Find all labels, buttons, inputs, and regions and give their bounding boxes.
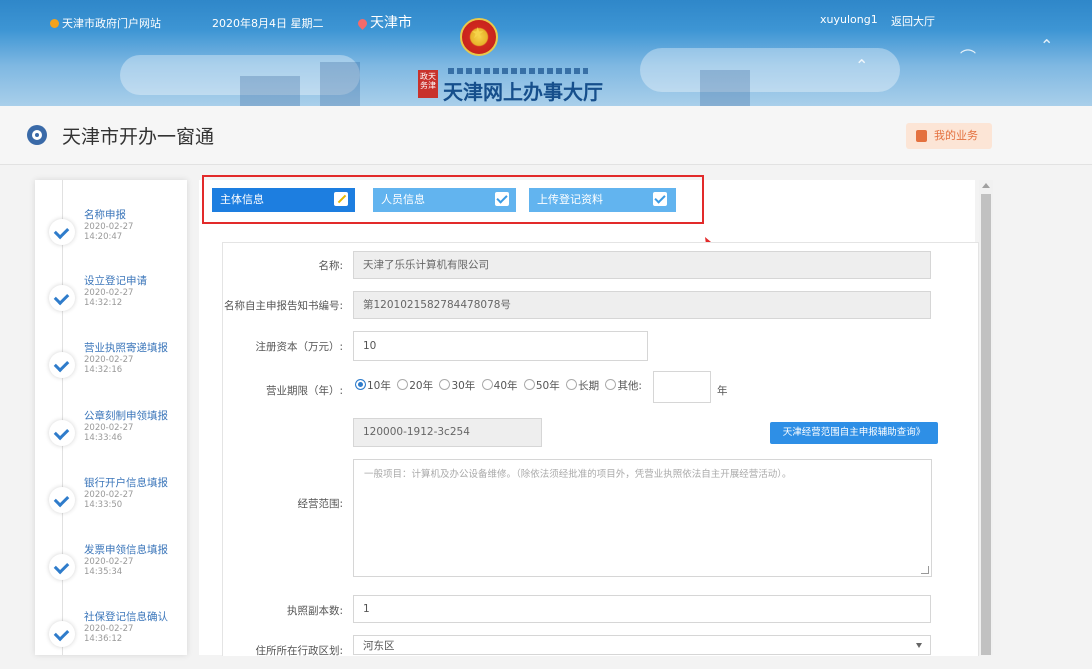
company-name-field: 天津了乐乐计算机有限公司 bbox=[353, 251, 931, 279]
radio-icon bbox=[605, 379, 617, 390]
portal-link-text: 天津市政府门户网站 bbox=[62, 17, 161, 30]
check-icon bbox=[49, 219, 75, 245]
step-label: 银行开户信息填报 bbox=[84, 477, 168, 489]
bird-icon: ⌃ bbox=[855, 56, 869, 75]
site-logo: 政天 务津 bbox=[418, 70, 438, 98]
resize-grip-icon[interactable] bbox=[921, 566, 929, 574]
license-copies-label: 执照副本数: bbox=[286, 605, 343, 617]
username[interactable]: xuyulong1 bbox=[820, 13, 878, 26]
term-option-40[interactable]: 40年 bbox=[481, 379, 518, 392]
term-option-30[interactable]: 30年 bbox=[439, 379, 475, 392]
portal-icon bbox=[50, 19, 59, 28]
check-icon bbox=[49, 621, 75, 647]
page-title: 天津市开办一窗通 bbox=[62, 126, 215, 148]
step-item[interactable]: 公章刻制申领填报 2020-02-27 14:33:46 bbox=[35, 408, 187, 468]
highlight-annotation-box bbox=[202, 175, 704, 224]
business-scope-text: 一般项目：计算机及办公设备维修。（除依法须经批准的项目外，凭营业执照依法自主开展… bbox=[364, 469, 792, 480]
name-label: 名称: bbox=[318, 260, 343, 272]
location-pin-icon bbox=[356, 17, 369, 30]
radio-selected-icon bbox=[355, 379, 366, 390]
step-item[interactable]: 发票申领信息填报 2020-02-27 14:35:34 bbox=[35, 542, 187, 602]
step-label: 设立登记申请 bbox=[84, 275, 147, 287]
district-select[interactable]: 河东区 bbox=[353, 635, 931, 655]
scrollbar[interactable] bbox=[979, 180, 993, 655]
step-item[interactable]: 营业执照寄递填报 2020-02-27 14:32:16 bbox=[35, 340, 187, 400]
step-item[interactable]: 银行开户信息填报 2020-02-27 14:33:50 bbox=[35, 475, 187, 535]
document-icon bbox=[916, 130, 927, 142]
step-label: 社保登记信息确认 bbox=[84, 611, 168, 623]
step-timestamp: 2020-02-27 14:35:34 bbox=[84, 557, 134, 577]
top-bar: 天津市政府门户网站 2020年8月4日 星期二 天津市 xuyulong1 返回… bbox=[0, 0, 1092, 42]
city-name: 天津市 bbox=[370, 15, 412, 31]
step-timestamp: 2020-02-27 14:33:50 bbox=[84, 490, 134, 510]
scroll-up-arrow-icon[interactable] bbox=[982, 183, 990, 188]
service-icon bbox=[27, 125, 47, 145]
step-timestamp: 2020-02-27 14:32:12 bbox=[84, 288, 134, 308]
term-option-50[interactable]: 50年 bbox=[523, 379, 560, 392]
step-timestamp: 2020-02-27 14:32:16 bbox=[84, 355, 134, 375]
back-to-hall-link[interactable]: 返回大厅 bbox=[891, 13, 935, 29]
site-banner: ⌒ ⌃ ⌃ 天津市政府门户网站 2020年8月4日 星期二 天津市 xuyulo… bbox=[0, 0, 1092, 106]
business-scope-textarea[interactable]: 一般项目：计算机及办公设备维修。（除依法须经批准的项目外，凭营业执照依法自主开展… bbox=[353, 459, 932, 577]
step-label: 名称申报 bbox=[84, 209, 126, 221]
term-option-20[interactable]: 20年 bbox=[397, 379, 433, 392]
site-name: 天津网上办事大厅 bbox=[443, 80, 603, 104]
check-icon bbox=[49, 554, 75, 580]
step-timestamp: 2020-02-27 14:33:46 bbox=[84, 423, 134, 443]
term-option-10[interactable]: 10年 bbox=[355, 379, 391, 392]
step-timestamp: 2020-02-27 14:36:12 bbox=[84, 624, 134, 644]
business-term-options: 10年 20年 30年 40年 50年 长期 其他: bbox=[355, 378, 642, 393]
business-term-label: 营业期限（年）: bbox=[265, 385, 343, 397]
progress-sidebar: 名称申报 2020-02-27 14:20:47 设立登记申请 2020-02-2… bbox=[35, 180, 187, 655]
radio-icon bbox=[439, 379, 451, 390]
banner-building bbox=[700, 70, 750, 106]
term-option-long[interactable]: 长期 bbox=[566, 379, 599, 392]
banner-building bbox=[240, 76, 300, 106]
term-unit: 年 bbox=[717, 385, 728, 397]
my-business-label: 我的业务 bbox=[934, 129, 978, 142]
radio-icon bbox=[397, 379, 409, 390]
scrollbar-thumb[interactable] bbox=[981, 194, 991, 655]
step-label: 发票申领信息填报 bbox=[84, 544, 168, 556]
term-option-other[interactable]: 其他: bbox=[605, 379, 642, 392]
portal-link[interactable]: 天津市政府门户网站 bbox=[50, 15, 161, 31]
check-icon bbox=[49, 487, 75, 513]
national-emblem-icon bbox=[460, 18, 498, 56]
radio-icon bbox=[566, 379, 578, 390]
step-label: 公章刻制申领填报 bbox=[84, 410, 168, 422]
check-icon bbox=[49, 352, 75, 378]
step-label: 营业执照寄递填报 bbox=[84, 342, 168, 354]
notice-number-field: 第1201021582784478078号 bbox=[353, 291, 931, 319]
license-copies-input[interactable]: 1 bbox=[353, 595, 931, 623]
step-item[interactable]: 名称申报 2020-02-27 14:20:47 bbox=[35, 207, 187, 267]
my-business-button[interactable]: 我的业务 bbox=[906, 123, 992, 149]
scope-query-button[interactable]: 天津经营范围自主申报辅助查询》 bbox=[770, 422, 938, 444]
step-item[interactable]: 社保登记信息确认 2020-02-27 14:36:12 bbox=[35, 609, 187, 669]
site-subtitle-decoration bbox=[448, 68, 588, 74]
city-selector[interactable]: 天津市 bbox=[356, 12, 412, 32]
step-item[interactable]: 设立登记申请 2020-02-27 14:32:12 bbox=[35, 273, 187, 333]
radio-icon bbox=[481, 379, 493, 390]
chevron-down-icon bbox=[916, 643, 922, 648]
banner-building bbox=[320, 62, 360, 106]
step-timestamp: 2020-02-27 14:20:47 bbox=[84, 222, 134, 242]
district-selected-value: 河东区 bbox=[363, 640, 395, 652]
district-label: 住所所在行政区划: bbox=[255, 645, 343, 657]
registered-capital-input[interactable]: 10 bbox=[353, 331, 648, 361]
business-scope-label: 经营范围: bbox=[297, 498, 343, 510]
bird-icon: ⌒ bbox=[960, 48, 977, 67]
check-icon bbox=[49, 420, 75, 446]
check-icon bbox=[49, 285, 75, 311]
term-other-input[interactable] bbox=[653, 371, 711, 403]
page-header: 天津市开办一窗通 我的业务 bbox=[0, 106, 1092, 165]
notice-number-label: 名称自主申报告知书编号: bbox=[223, 300, 343, 312]
registered-capital-label: 注册资本（万元）: bbox=[255, 341, 343, 353]
current-date: 2020年8月4日 星期二 bbox=[212, 17, 324, 30]
radio-icon bbox=[523, 379, 535, 390]
scope-code-field: 120000-1912-3c254 bbox=[353, 418, 542, 447]
